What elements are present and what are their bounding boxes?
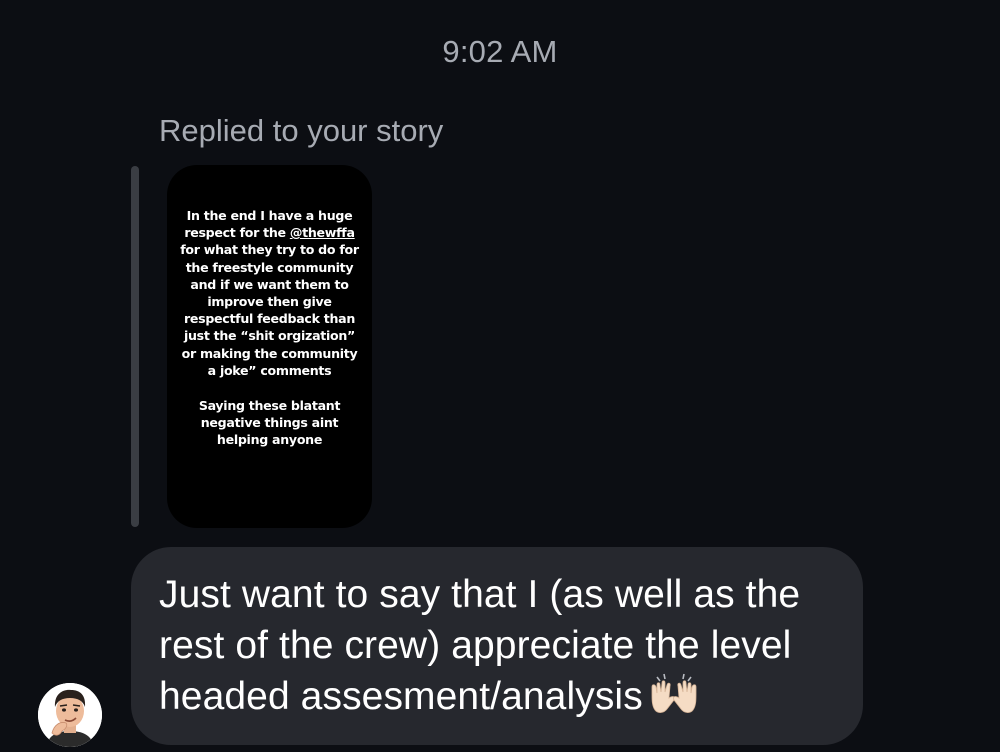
message-text: Just want to say that I (as well as the … xyxy=(159,569,833,728)
message-text-content: Just want to say that I (as well as the … xyxy=(159,573,801,718)
message-timestamp: 9:02 AM xyxy=(442,34,558,69)
raising-hands-emoji-icon xyxy=(649,673,699,728)
story-text-paragraph-1: In the end I have a huge respect for the… xyxy=(179,207,360,379)
message-bubble[interactable]: Just want to say that I (as well as the … xyxy=(131,547,863,745)
sender-avatar[interactable] xyxy=(38,683,102,747)
cartoon-person-avatar-icon xyxy=(38,683,102,747)
story-text-after-mention: for what they try to do for the freestyl… xyxy=(180,242,359,378)
story-reply-label: Replied to your story xyxy=(159,113,444,148)
story-mention-link[interactable]: @thewffa xyxy=(290,225,355,240)
story-text-paragraph-2: Saying these blatant negative things ain… xyxy=(198,398,341,448)
story-preview[interactable]: In the end I have a huge respect for the… xyxy=(167,165,372,528)
chat-screen: 9:02 AM Replied to your story In the end… xyxy=(0,0,1000,752)
reply-indicator-bar xyxy=(131,166,139,527)
